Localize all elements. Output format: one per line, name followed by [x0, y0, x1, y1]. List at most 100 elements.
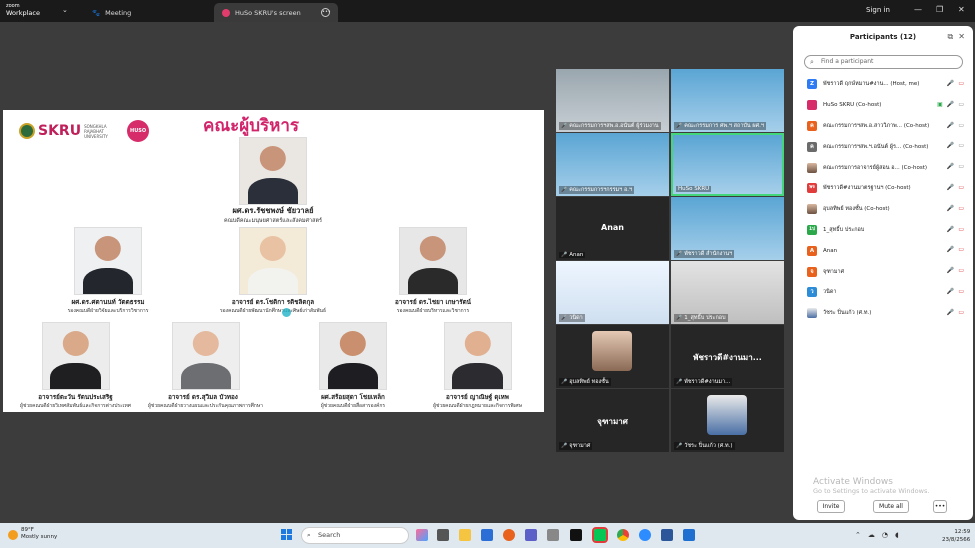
video-tile[interactable]: 🎤 วนิดา	[556, 261, 669, 324]
minimize-icon[interactable]: —	[914, 5, 922, 14]
tab-meeting[interactable]: 🐾 Meeting	[84, 3, 209, 22]
tile-label: 🎤 คณะกรรมการ ศพ.ฯ สถาบัน ผศ.ฯ	[674, 122, 766, 130]
person-role: ผู้ช่วยคณบดีฝ่ายวิเทศสัมพันธ์และกิจการต่…	[20, 403, 131, 409]
mic-muted-icon[interactable]: 🎤	[947, 246, 954, 253]
close-panel-icon[interactable]: ✕	[958, 32, 965, 41]
video-off-icon[interactable]: ▭	[958, 309, 964, 316]
person-card: ผศ.ดร.รัชชพงษ์ ชัยวาลย์ คณบดีคณะมนุษยศาส…	[163, 137, 383, 225]
participant-row[interactable]: 1ป 1_สุทธิ์บ ประกอบ 🎤 ▭	[793, 220, 973, 241]
find-participant-input[interactable]: ⌕ Find a participant	[804, 55, 963, 69]
mic-muted-icon[interactable]: 🎤	[947, 80, 954, 87]
avatar: Z	[807, 79, 817, 90]
line-icon[interactable]	[592, 527, 608, 543]
taskbar-search[interactable]: ⌕ Search	[301, 527, 409, 544]
mic-muted-icon[interactable]: 🎤	[947, 205, 954, 212]
participant-row[interactable]: พจ พัชราวดี#งานมาตรฐานฯ (Co-host) 🎤 ▭	[793, 178, 973, 199]
video-off-icon[interactable]: ▭	[958, 80, 964, 87]
video-tile[interactable]: จุฑามาศ 🎤 จุฑามาศ	[556, 389, 669, 452]
video-icon[interactable]: ▭	[958, 101, 964, 108]
video-off-icon[interactable]: ▭	[958, 226, 964, 233]
mute-all-button[interactable]: Mute all	[873, 500, 909, 513]
person-photo	[319, 322, 387, 390]
participant-name: HuSo SKRU (Co-host)	[823, 102, 882, 109]
onedrive-icon[interactable]: ☁	[868, 531, 875, 539]
mic-icon[interactable]: 🎤	[947, 101, 954, 108]
mail-icon[interactable]	[481, 529, 493, 541]
mic-muted-icon[interactable]: 🎤	[947, 122, 954, 129]
chrome-icon[interactable]	[617, 529, 629, 541]
avatar: A	[807, 245, 817, 256]
mic-muted-icon[interactable]: 🎤	[947, 267, 954, 274]
weather-widget[interactable]: 89°F Mostly sunny	[8, 527, 57, 541]
participant-row[interactable]: อุบลทิพย์ ทองซั้น (Co-host) 🎤 ▭	[793, 199, 973, 220]
more-icon[interactable]: •••	[321, 8, 331, 17]
file-explorer-icon[interactable]	[459, 529, 471, 541]
more-options-button[interactable]: •••	[933, 500, 947, 513]
pop-out-icon[interactable]: ⧉	[947, 32, 953, 41]
video-icon[interactable]: ▭	[958, 142, 964, 149]
participant-row[interactable]: จ จุฑามาศ 🎤 ▭	[793, 261, 973, 282]
mic-muted-icon[interactable]: 🎤	[947, 288, 954, 295]
wifi-icon[interactable]: ◔	[882, 531, 888, 539]
university-seal-icon	[19, 123, 35, 139]
participant-row[interactable]: คณะกรรมการอาจารย์ผู้สอน อ... (Co-host) 🎤…	[793, 157, 973, 178]
copilot-icon[interactable]	[416, 529, 428, 541]
tile-label: HuSo SKRU	[676, 186, 712, 192]
person-name: อาจารย์ ญาณิษฐ์ ดุเหพ	[446, 394, 509, 401]
video-tile[interactable]: 🎤 คณะกรรมการฯกรรมฯ อ.ฯ	[556, 133, 669, 196]
participant-row[interactable]: A Anan 🎤 ▭	[793, 240, 973, 261]
mic-muted-icon[interactable]: 🎤	[947, 309, 954, 316]
firefox-icon[interactable]	[503, 529, 515, 541]
volume-icon[interactable]: ◖	[895, 531, 899, 539]
participant-row[interactable]: Z พัชราวดี ฤกษ์หมาน#งาน... (Host, me) 🎤 ▭	[793, 74, 973, 95]
mic-muted-icon[interactable]: 🎤	[947, 142, 954, 149]
video-tile[interactable]: 🎤 วัชระ ปิ่นแก้ว (ศ.ท.)	[671, 389, 784, 452]
video-icon[interactable]: ▭	[958, 163, 964, 170]
person-photo	[239, 227, 307, 295]
video-off-icon[interactable]: ▭	[958, 246, 964, 253]
logo-line2: Workplace	[6, 9, 40, 17]
task-view-icon[interactable]	[437, 529, 449, 541]
participant-row[interactable]: ค คณะกรรมการฯสพ.อ.สาววิภาพ... (Co-host) …	[793, 116, 973, 137]
chevron-up-icon[interactable]: ⌃	[855, 531, 861, 539]
sign-in-link[interactable]: Sign in	[866, 6, 890, 14]
mic-muted-icon[interactable]: 🎤	[947, 226, 954, 233]
capcut-icon[interactable]	[570, 529, 582, 541]
chevron-down-icon[interactable]: ⌄	[62, 6, 68, 14]
video-tile[interactable]: Anan 🎤 Anan	[556, 197, 669, 260]
participant-row[interactable]: ค คณะกรรมการฯสพ.ฯ.อนันต์ ผู้ร... (Co-hos…	[793, 136, 973, 157]
teams-icon[interactable]	[525, 529, 537, 541]
invite-button[interactable]: Invite	[817, 500, 845, 513]
video-tile[interactable]: 🎤 คณะกรรมการ ศพ.ฯ สถาบัน ผศ.ฯ	[671, 69, 784, 132]
mic-muted-icon[interactable]: 🎤	[947, 163, 954, 170]
video-tile[interactable]: พัชราวดี#งานมา... 🎤 พัชราวดี#งานมา...	[671, 325, 784, 388]
video-tile[interactable]: 🎤 คณะกรรมการฯสพ.อ.อนันต์ ผู้ร่วมงาน	[556, 69, 669, 132]
video-off-icon[interactable]: ▭	[958, 267, 964, 274]
avatar: ค	[807, 141, 817, 152]
tab-shared-screen[interactable]: HuSo SKRU's screen •••	[214, 3, 338, 22]
mic-muted-icon: 🎤	[676, 251, 683, 257]
participant-row[interactable]: HuSo SKRU (Co-host) ▣ 🎤 ▭	[793, 95, 973, 116]
video-icon[interactable]: ▭	[958, 122, 964, 129]
clock[interactable]: 12:59 23/8/2566	[942, 528, 970, 544]
participant-row[interactable]: วัชระ ปิ่นแก้ว (ศ.ท.) 🎤 ▭	[793, 303, 973, 324]
participant-name: คณะกรรมการอาจารย์ผู้สอน อ... (Co-host)	[823, 164, 927, 171]
app-icon[interactable]	[547, 529, 559, 541]
avatar: 1ป	[807, 224, 817, 235]
app-icon[interactable]	[683, 529, 695, 541]
restore-icon[interactable]: ❐	[936, 5, 943, 14]
zoom-icon[interactable]	[639, 529, 651, 541]
video-off-icon[interactable]: ▭	[958, 205, 964, 212]
close-icon[interactable]: ✕	[958, 5, 965, 14]
video-tile[interactable]: 🎤 1_สุทธิ์บ ประกอบ	[671, 261, 784, 324]
video-off-icon[interactable]: ▭	[958, 184, 964, 191]
video-tile-active-speaker[interactable]: HuSo SKRU	[671, 133, 784, 196]
video-tile[interactable]: 🎤 พัชราวดี สำนักงานฯ	[671, 197, 784, 260]
word-icon[interactable]	[661, 529, 673, 541]
participant-row[interactable]: ว วนิดา 🎤 ▭	[793, 282, 973, 303]
windows-start-icon[interactable]	[281, 529, 293, 541]
mic-muted-icon[interactable]: 🎤	[947, 184, 954, 191]
video-off-icon[interactable]: ▭	[958, 288, 964, 295]
person-card: ผศ.สร้อยสุดา โชยเหล็ก ผู้ช่วยคณบดีฝ่ายสื…	[293, 322, 413, 410]
video-tile[interactable]: 🎤 อุบลทิพย์ ทองซั้น	[556, 325, 669, 388]
